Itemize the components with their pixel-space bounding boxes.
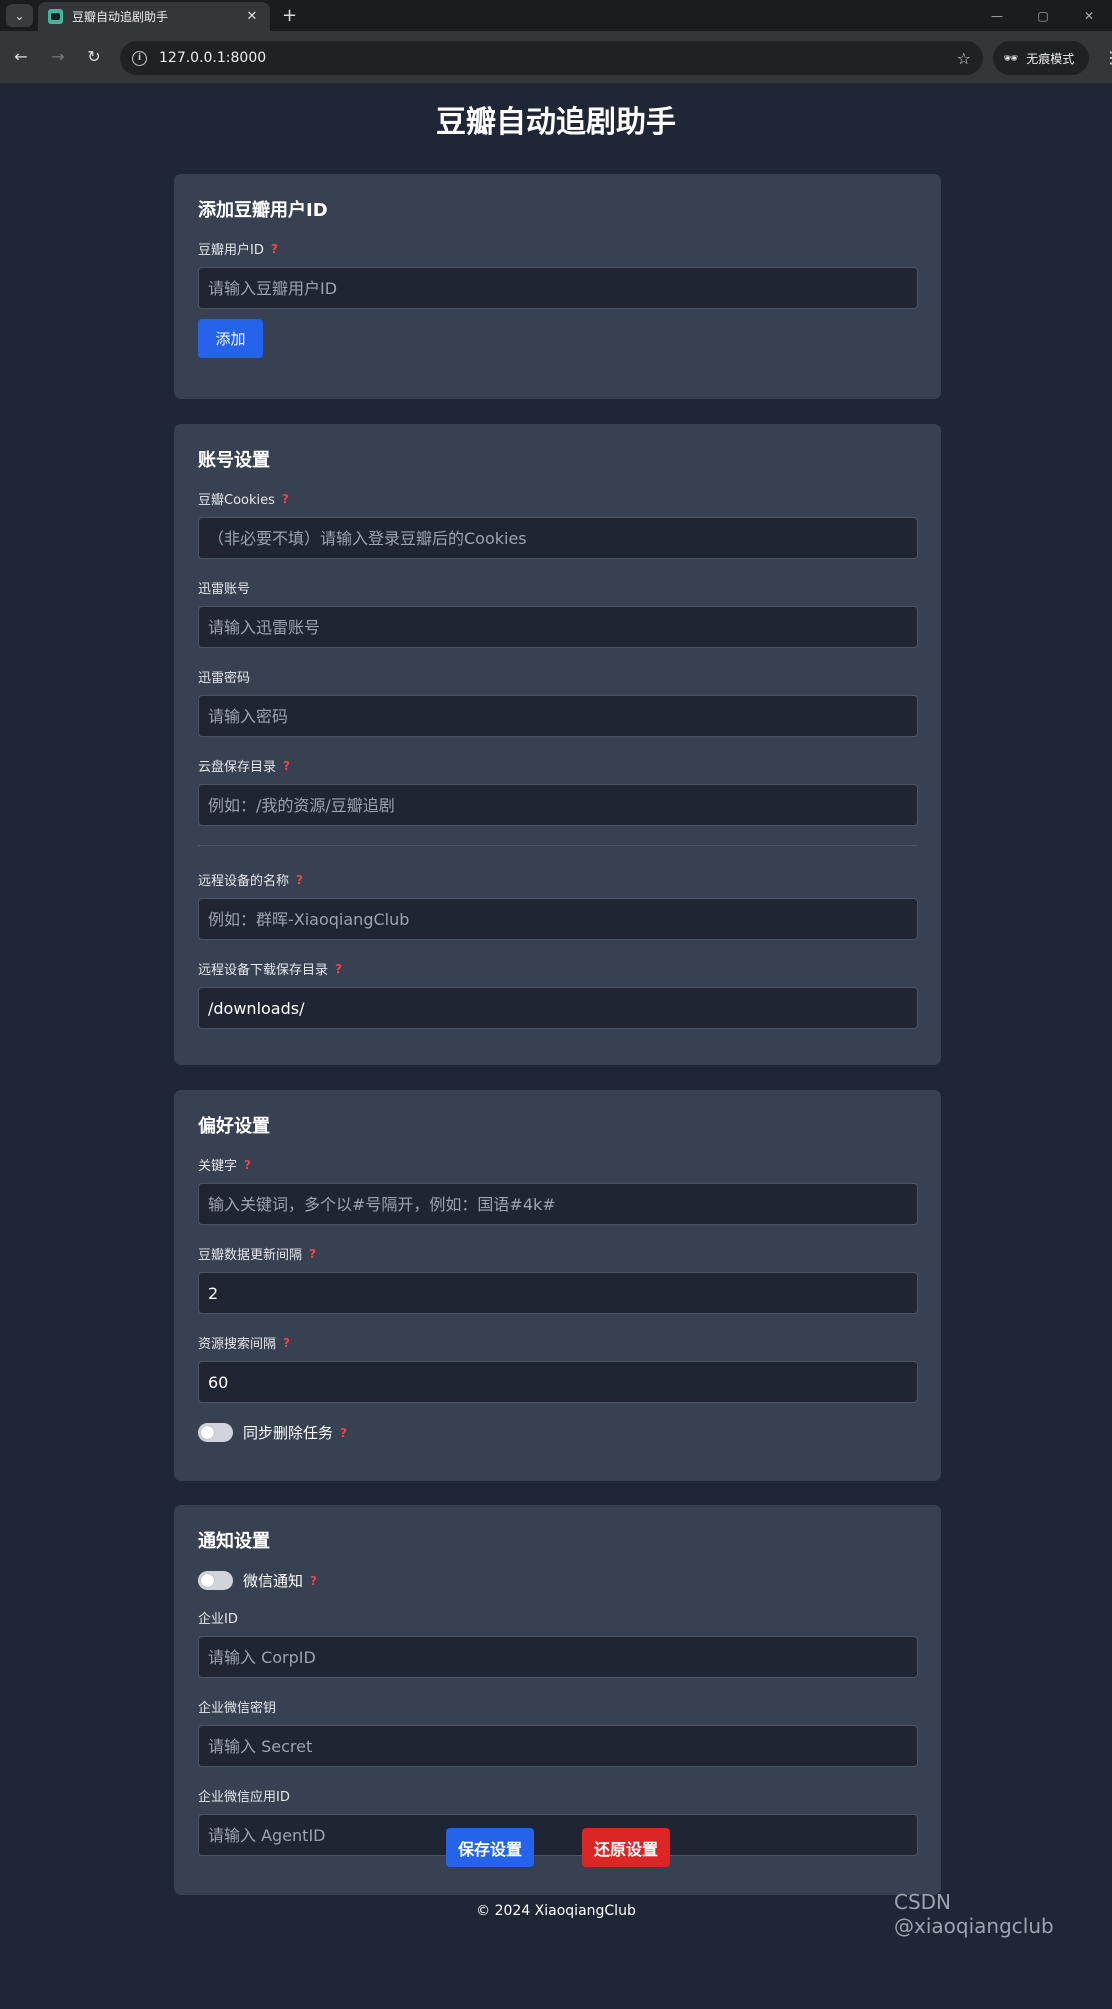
help-icon[interactable]: ? <box>310 1574 317 1588</box>
wechat-notify-row: 微信通知 ? <box>198 1570 917 1591</box>
xunlei-password-label: 迅雷密码 <box>198 671 251 686</box>
douban-user-id-label: 豆瓣用户ID <box>198 243 264 258</box>
card-title: 添加豆瓣用户ID <box>198 200 328 221</box>
agent-id-input[interactable] <box>198 1814 918 1856</box>
secret-label: 企业微信密钥 <box>198 1701 277 1716</box>
help-icon[interactable]: ? <box>271 242 278 256</box>
maximize-icon[interactable]: ▢ <box>1020 0 1066 31</box>
agent-id-label: 企业微信应用ID <box>198 1790 290 1805</box>
help-icon[interactable]: ? <box>282 492 289 506</box>
corp-id-input[interactable] <box>198 1636 918 1678</box>
sync-delete-label: 同步删除任务 <box>243 1424 334 1442</box>
cloud-dir-input[interactable] <box>198 784 918 826</box>
cookies-label: 豆瓣Cookies <box>198 493 275 508</box>
page-title: 豆瓣自动追剧助手 <box>436 105 676 140</box>
wechat-notify-toggle[interactable] <box>198 1571 233 1590</box>
remote-download-dir-label: 远程设备下载保存目录 <box>198 963 329 978</box>
new-tab-button[interactable]: + <box>282 5 297 26</box>
sync-delete-row: 同步删除任务 ? <box>198 1422 917 1443</box>
watermark: CSDN @xiaoqiangclub <box>894 1890 1054 1938</box>
sync-delete-toggle[interactable] <box>198 1423 233 1442</box>
browser-tabbar: ⌄ 豆瓣自动追剧助手 ✕ + — ▢ ✕ <box>0 0 1112 31</box>
add-button[interactable]: 添加 <box>198 319 263 358</box>
xunlei-password-input[interactable] <box>198 695 918 737</box>
tab-title: 豆瓣自动追剧助手 <box>72 10 169 24</box>
remote-device-name-label: 远程设备的名称 <box>198 874 290 889</box>
secret-input[interactable] <box>198 1725 918 1767</box>
forward-arrow-icon[interactable]: → <box>47 47 69 66</box>
incognito-label: 无痕模式 <box>1026 51 1075 66</box>
preferences-card: 偏好设置 关键字? 豆瓣数据更新间隔? 资源搜索间隔? 同步删除任务 ? <box>174 1090 941 1481</box>
favicon-icon <box>48 9 63 24</box>
keyword-label: 关键字 <box>198 1159 238 1174</box>
account-settings-card: 账号设置 豆瓣Cookies? 迅雷账号 迅雷密码 云盘保存目录? 远程设备的名… <box>174 424 941 1065</box>
incognito-badge[interactable]: 🕶 无痕模式 <box>993 41 1089 75</box>
reload-icon[interactable]: ↻ <box>83 47 105 66</box>
xunlei-account-input[interactable] <box>198 606 918 648</box>
address-bar[interactable]: i 127.0.0.1:8000 ☆ <box>120 41 983 75</box>
help-icon[interactable]: ? <box>283 1336 290 1350</box>
notification-card: 通知设置 微信通知 ? 企业ID 企业微信密钥 企业微信应用ID <box>174 1505 941 1895</box>
close-icon[interactable]: ✕ <box>244 9 260 24</box>
browser-tab[interactable]: 豆瓣自动追剧助手 ✕ <box>38 2 270 31</box>
remote-device-name-input[interactable] <box>198 898 918 940</box>
xunlei-account-label: 迅雷账号 <box>198 582 251 597</box>
star-icon[interactable]: ☆ <box>957 49 971 68</box>
tab-search-button[interactable]: ⌄ <box>6 4 33 27</box>
help-icon[interactable]: ? <box>283 759 290 773</box>
restore-settings-button[interactable]: 还原设置 <box>582 1828 670 1867</box>
corp-id-label: 企业ID <box>198 1612 238 1627</box>
wechat-notify-label: 微信通知 <box>243 1572 304 1590</box>
card-title: 偏好设置 <box>198 1116 270 1137</box>
update-interval-input[interactable] <box>198 1272 918 1314</box>
divider <box>198 845 917 846</box>
card-title: 账号设置 <box>198 450 270 471</box>
save-settings-button[interactable]: 保存设置 <box>446 1828 534 1867</box>
help-icon[interactable]: ? <box>244 1158 251 1172</box>
search-interval-input[interactable] <box>198 1361 918 1403</box>
page-content: 豆瓣自动追剧助手 添加豆瓣用户ID 豆瓣用户ID? 添加 账号设置 豆瓣Cook… <box>0 83 1112 2009</box>
cloud-dir-label: 云盘保存目录 <box>198 760 277 775</box>
search-interval-label: 资源搜索间隔 <box>198 1337 277 1352</box>
info-icon[interactable]: i <box>132 50 147 66</box>
back-arrow-icon[interactable]: ← <box>10 47 32 66</box>
window-controls: — ▢ ✕ <box>974 0 1112 31</box>
add-user-card: 添加豆瓣用户ID 豆瓣用户ID? 添加 <box>174 174 941 399</box>
window-close-icon[interactable]: ✕ <box>1066 0 1112 31</box>
chevron-down-icon: ⌄ <box>14 8 25 23</box>
incognito-icon: 🕶 <box>1003 51 1019 65</box>
help-icon[interactable]: ? <box>335 962 342 976</box>
card-title: 通知设置 <box>198 1531 270 1552</box>
minimize-icon[interactable]: — <box>974 0 1020 31</box>
help-icon[interactable]: ? <box>340 1426 347 1440</box>
url-text[interactable]: 127.0.0.1:8000 <box>159 50 957 66</box>
help-icon[interactable]: ? <box>296 873 303 887</box>
cookies-input[interactable] <box>198 517 918 559</box>
keyword-input[interactable] <box>198 1183 918 1225</box>
update-interval-label: 豆瓣数据更新间隔 <box>198 1248 303 1263</box>
douban-user-id-input[interactable] <box>198 267 918 309</box>
menu-kebab-icon[interactable]: ⋮ <box>1103 48 1112 67</box>
help-icon[interactable]: ? <box>309 1247 316 1261</box>
remote-download-dir-input[interactable] <box>198 987 918 1029</box>
